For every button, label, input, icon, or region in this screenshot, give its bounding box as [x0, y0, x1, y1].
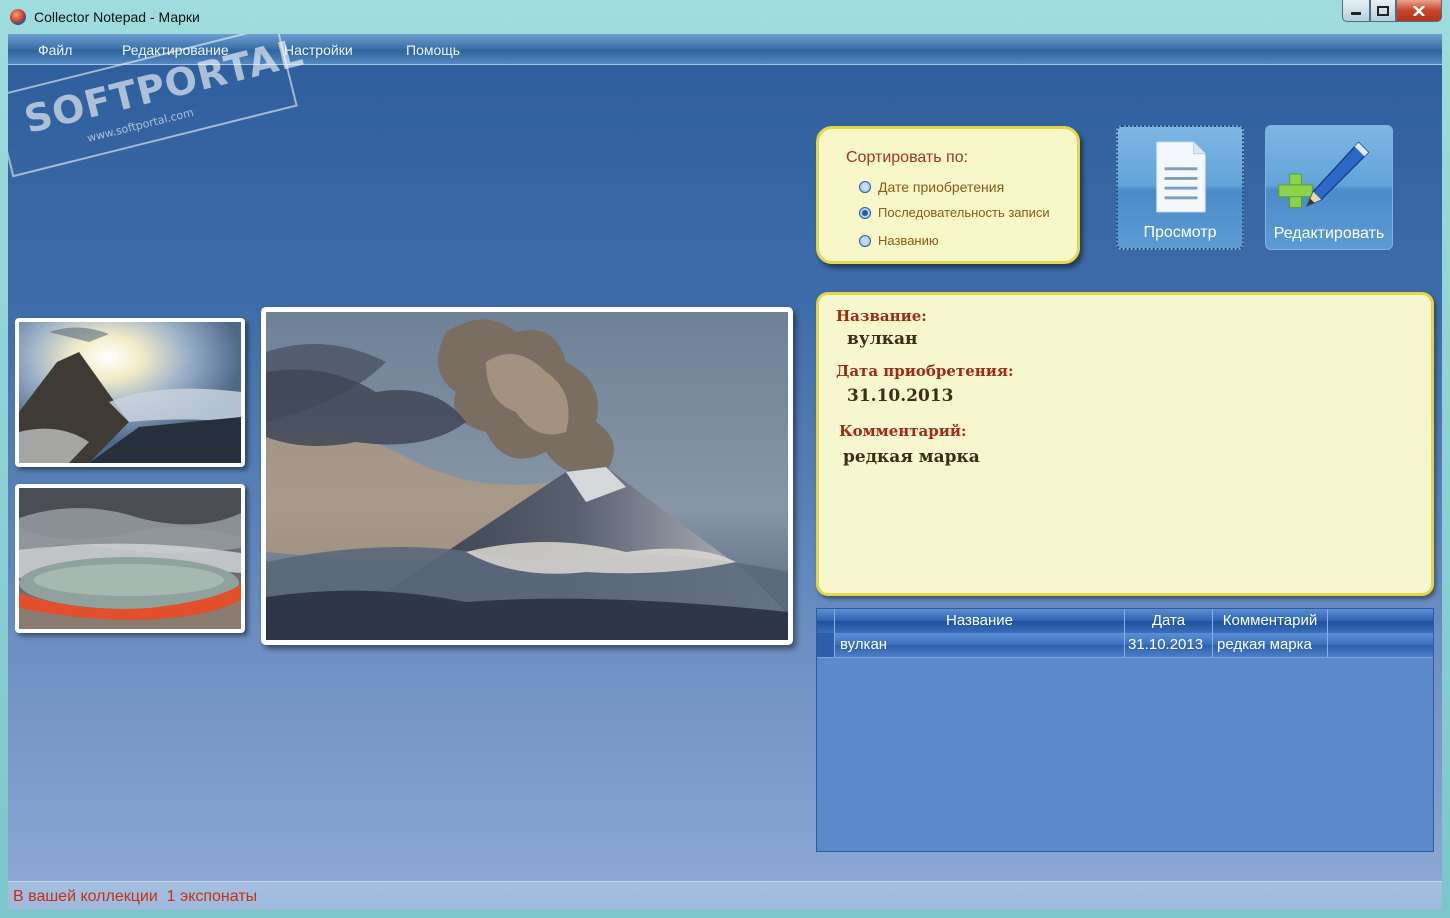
volcano-photo	[266, 312, 788, 640]
comment-label: Комментарий:	[839, 422, 967, 440]
column-date[interactable]: Дата	[1125, 609, 1213, 633]
radio-sequence[interactable]	[859, 206, 871, 219]
sort-title: Сортировать по:	[846, 149, 969, 166]
edit-button-label: Редактировать	[1273, 225, 1385, 242]
radio-date[interactable]	[859, 181, 871, 193]
thumbnail-mountain[interactable]	[15, 318, 245, 467]
sort-option-date-label: Дате приобретения	[878, 179, 1005, 195]
row-selector[interactable]	[817, 633, 835, 657]
cell-comment[interactable]: редкая марка	[1213, 633, 1328, 657]
edit-button[interactable]: Редактировать	[1265, 125, 1393, 250]
edit-pencil-icon	[1278, 141, 1370, 208]
sort-option-name[interactable]: Названию	[859, 233, 939, 248]
window-title: Collector Notepad - Марки	[34, 9, 200, 25]
collection-table: Название Дата Комментарий вулкан 31.10.2…	[816, 608, 1434, 852]
app-logo-icon	[10, 9, 26, 25]
sort-option-sequence[interactable]: Последовательность записи	[859, 205, 1050, 220]
header-selector	[817, 609, 835, 633]
document-icon	[1156, 141, 1206, 213]
thumbnail-hot-spring[interactable]	[15, 484, 245, 633]
app-window: Collector Notepad - Марки Файл Редактиро…	[0, 0, 1450, 918]
details-panel: Название: вулкан Дата приобретения: 31.1…	[816, 292, 1434, 596]
table-row[interactable]: вулкан 31.10.2013 редкая марка	[817, 633, 1433, 658]
view-button[interactable]: Просмотр	[1116, 125, 1244, 250]
status-bar: В вашей коллекции 1 экспонаты	[8, 881, 1442, 910]
maximize-icon	[1377, 5, 1389, 16]
date-label: Дата приобретения:	[836, 362, 1014, 380]
title-bar[interactable]: Collector Notepad - Марки	[0, 0, 1450, 34]
cell-date[interactable]: 31.10.2013	[1125, 633, 1213, 657]
menu-help[interactable]: Помощь	[406, 42, 460, 58]
minimize-button[interactable]	[1342, 0, 1370, 22]
name-label: Название:	[836, 307, 927, 325]
main-photo-volcano[interactable]	[261, 307, 793, 645]
cell-name[interactable]: вулкан	[835, 633, 1125, 657]
name-value: вулкан	[847, 329, 918, 349]
collection-count-status: В вашей коллекции 1 экспонаты	[13, 888, 258, 905]
comment-value: редкая марка	[843, 447, 980, 467]
close-icon	[1413, 5, 1425, 16]
sort-panel: Сортировать по: Дате приобретения Послед…	[816, 126, 1080, 264]
client-area: Файл Редактирование Настройки Помощь SOF…	[8, 34, 1442, 910]
sort-option-date[interactable]: Дате приобретения	[859, 179, 1004, 195]
radio-name[interactable]	[859, 234, 871, 247]
column-name[interactable]: Название	[835, 609, 1125, 633]
table-header: Название Дата Комментарий	[817, 609, 1433, 633]
column-comment[interactable]: Комментарий	[1213, 609, 1328, 633]
date-value: 31.10.2013	[847, 386, 954, 406]
close-button[interactable]	[1396, 0, 1442, 22]
menu-file[interactable]: Файл	[38, 42, 72, 58]
maximize-button[interactable]	[1370, 0, 1396, 22]
mountain-photo	[19, 322, 241, 463]
window-controls	[1342, 0, 1442, 22]
view-button-label: Просмотр	[1143, 224, 1217, 241]
sort-option-name-label: Названию	[878, 233, 939, 248]
minimize-icon	[1351, 11, 1361, 15]
sort-option-sequence-label: Последовательность записи	[878, 205, 1050, 220]
hot-spring-photo	[19, 488, 241, 629]
